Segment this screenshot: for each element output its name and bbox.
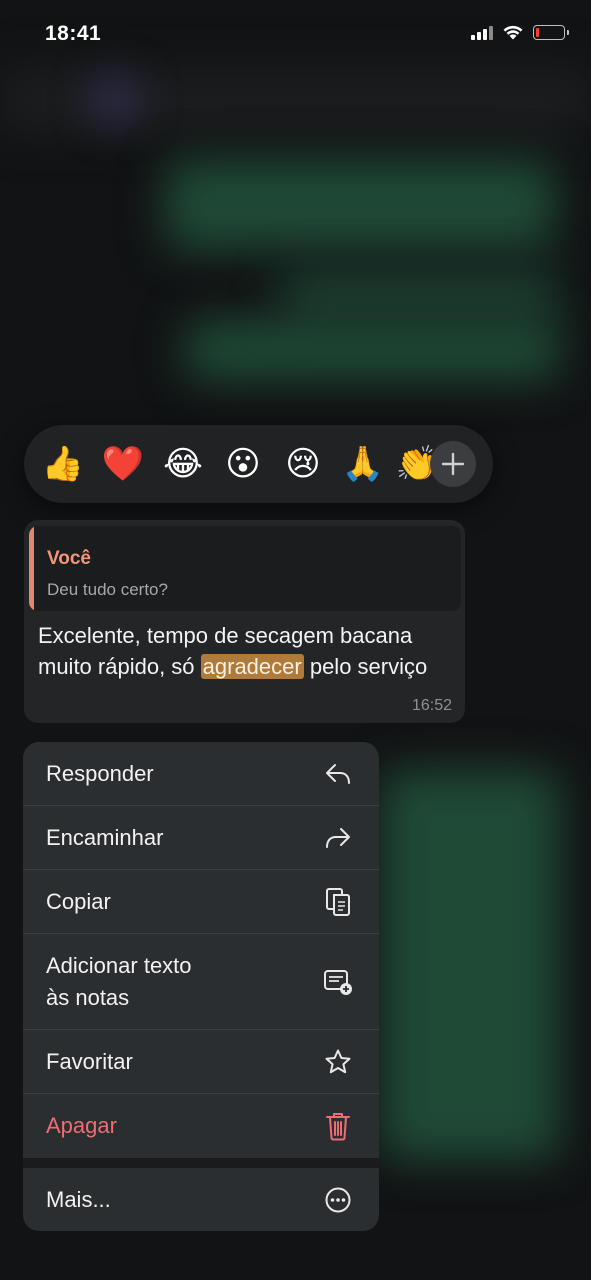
reaction-bar: 👍 ❤️ 😂 😮 😢 🙏 👏	[24, 425, 493, 503]
menu-item-label: Responder	[46, 761, 154, 786]
blurred-bubble	[165, 160, 555, 250]
message-timestamp: 16:52	[411, 697, 452, 714]
quote-accent-bar	[29, 526, 34, 611]
more-icon	[323, 1185, 353, 1215]
blurred-bubble	[185, 320, 560, 380]
status-icons	[471, 24, 569, 40]
menu-group-gap	[23, 1158, 379, 1168]
copy-icon	[323, 887, 353, 917]
blurred-avatar	[95, 80, 135, 120]
menu-item-add-to-notes[interactable]: Adicionar texto às notas	[23, 934, 379, 1030]
status-bar: 18:41	[0, 0, 591, 70]
menu-item-label: Encaminhar	[46, 825, 164, 850]
menu-item-more[interactable]: Mais...	[23, 1168, 379, 1231]
forward-icon	[323, 823, 353, 853]
menu-item-label: Apagar	[46, 1113, 117, 1138]
menu-item-label: Copiar	[46, 889, 111, 914]
battery-icon	[533, 24, 569, 40]
reply-icon	[323, 759, 353, 789]
trash-icon	[323, 1111, 353, 1141]
message-text-after: pelo serviço	[303, 654, 428, 679]
star-icon	[323, 1047, 353, 1077]
menu-item-reply[interactable]: Responder	[23, 742, 379, 806]
quoted-message[interactable]: Você Deu tudo certo?	[29, 526, 461, 611]
reaction-heart[interactable]: ❤️	[100, 443, 146, 485]
message-text: Excelente, tempo de secagem bacana muito…	[38, 620, 458, 682]
note-add-icon	[323, 967, 353, 997]
blurred-bubble	[280, 270, 560, 320]
menu-item-copy[interactable]: Copiar	[23, 870, 379, 934]
menu-item-label: Favoritar	[46, 1049, 133, 1074]
menu-item-label-line1: Adicionar texto	[46, 953, 192, 978]
status-time: 18:41	[45, 22, 102, 45]
reaction-pray[interactable]: 🙏	[340, 443, 386, 485]
more-reactions-button[interactable]	[430, 441, 476, 487]
blurred-bubble	[380, 770, 560, 1160]
selected-message-bubble: Você Deu tudo certo? Excelente, tempo de…	[24, 520, 465, 723]
wifi-icon	[503, 25, 523, 40]
quote-author: Você	[47, 548, 92, 569]
reaction-crying[interactable]: 😢	[280, 443, 326, 485]
cellular-signal-icon	[471, 24, 493, 40]
menu-item-label-line2: às notas	[46, 985, 130, 1010]
quote-text: Deu tudo certo?	[47, 580, 168, 599]
menu-item-forward[interactable]: Encaminhar	[23, 806, 379, 870]
message-context-menu: Responder Encaminhar Copiar Adicionar te…	[23, 742, 379, 1231]
menu-item-favorite[interactable]: Favoritar	[23, 1030, 379, 1094]
menu-item-label: Mais...	[46, 1187, 111, 1212]
message-highlighted-word: agradecer	[200, 654, 304, 679]
reaction-thumbs-up[interactable]: 👍	[40, 443, 86, 485]
reaction-laughing[interactable]: 😂	[160, 443, 206, 485]
menu-item-delete[interactable]: Apagar	[23, 1094, 379, 1158]
reaction-surprised[interactable]: 😮	[220, 443, 266, 485]
blurred-header	[0, 70, 591, 130]
plus-icon	[441, 452, 465, 476]
